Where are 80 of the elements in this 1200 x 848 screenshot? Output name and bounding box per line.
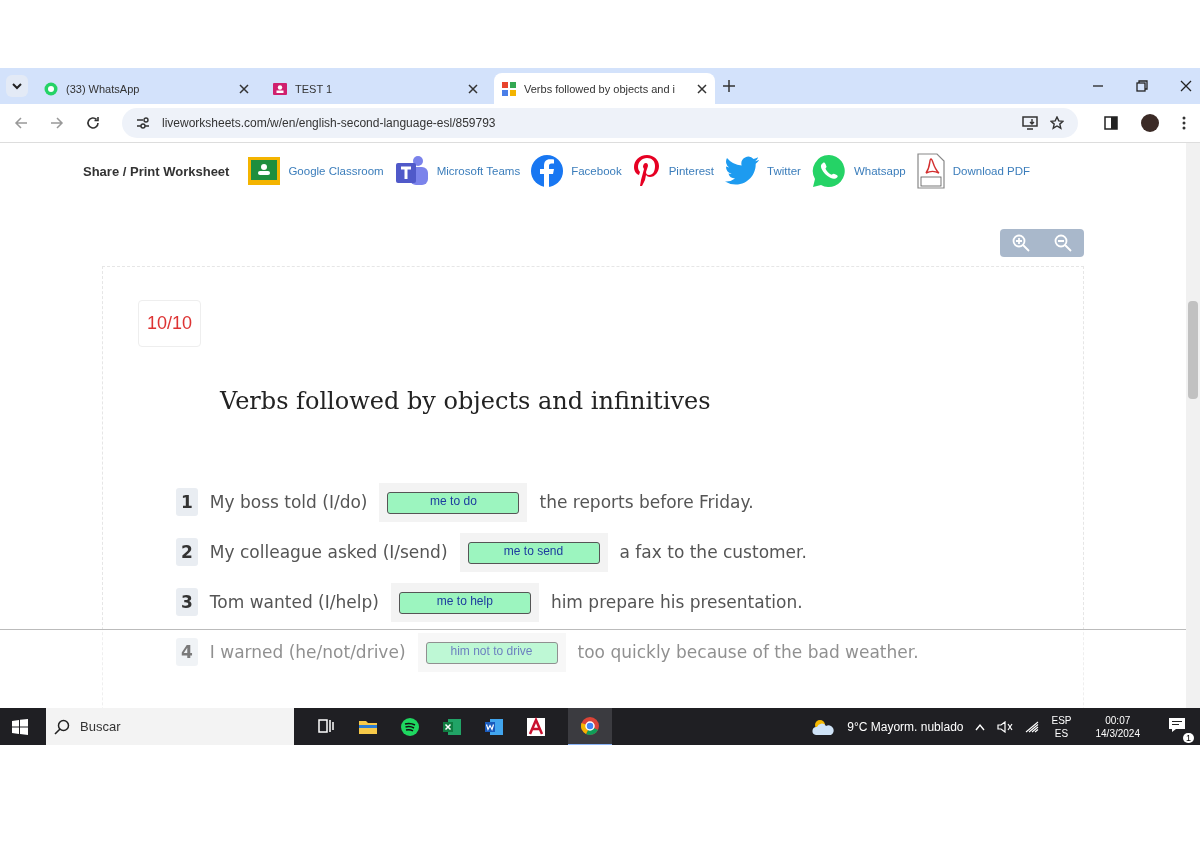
letter-a-app-icon[interactable]	[526, 716, 546, 737]
browser-tab[interactable]: TEST 1	[265, 76, 486, 102]
speaker-icon[interactable]	[997, 720, 1014, 733]
search-icon	[54, 718, 70, 735]
dropdown-icon[interactable]	[6, 75, 28, 97]
browser-app-icon[interactable]	[580, 715, 600, 736]
scrollbar[interactable]	[1186, 143, 1200, 708]
site-settings-icon	[136, 117, 150, 129]
back-icon[interactable]	[14, 116, 28, 130]
answer-field[interactable]: me to send	[467, 541, 600, 564]
share-link[interactable]: Facebook	[571, 165, 622, 177]
url-text: liveworksheets.com/w/en/english-second-language-esl/859793	[162, 116, 496, 130]
browser-tab[interactable]: Verbs followed by objects and i	[494, 73, 715, 105]
search-placeholder: Buscar	[80, 719, 121, 734]
tab-title: (33) WhatsApp	[66, 83, 141, 95]
question-number: 2	[176, 538, 198, 566]
pdf-file-icon[interactable]	[915, 153, 946, 189]
close-icon[interactable]	[1180, 80, 1192, 92]
share-link[interactable]: Pinterest	[668, 165, 715, 177]
chevron-up-icon[interactable]	[975, 722, 986, 731]
plus-icon[interactable]	[723, 80, 735, 92]
tab-title: Verbs followed by objects and i	[524, 83, 677, 95]
star-icon[interactable]	[1050, 116, 1064, 130]
language-indicator[interactable]: ES	[1054, 726, 1069, 740]
pinterest-icon[interactable]	[631, 154, 662, 188]
question-text: him prepare his presentation.	[550, 592, 803, 612]
bird-icon[interactable]	[724, 156, 761, 186]
teams-icon[interactable]	[393, 155, 430, 187]
question-number: 4	[176, 638, 198, 666]
question-text: too quickly because of the bad weather.	[577, 642, 919, 662]
answer-field[interactable]: me to help	[398, 591, 531, 614]
weather-text: 9°C Mayorm. nublado	[847, 719, 964, 734]
browser-tab[interactable]: (33) WhatsApp	[36, 76, 257, 102]
question-text: a fax to the customer.	[619, 542, 807, 562]
restore-icon[interactable]	[1136, 80, 1148, 92]
share-label: Share / Print Worksheet	[83, 163, 230, 179]
answer-field[interactable]: me to do	[387, 491, 520, 514]
person-card-icon	[273, 82, 287, 96]
avatar-icon[interactable]	[1140, 113, 1160, 133]
question-text: My boss told (I/do)	[209, 492, 368, 512]
forward-icon[interactable]	[50, 116, 64, 130]
clock-time[interactable]: 00:07	[1105, 713, 1131, 727]
notification-count: 1	[1183, 732, 1194, 743]
grid-icon	[502, 82, 516, 96]
worksheet-title: Verbs followed by objects and infinitives	[220, 387, 712, 417]
close-icon[interactable]	[468, 84, 478, 94]
windows-icon[interactable]	[12, 718, 28, 735]
tab-title: TEST 1	[295, 83, 334, 95]
question-number: 3	[176, 588, 198, 616]
address-bar[interactable]: liveworksheets.com/w/en/english-second-language-esl/859793	[122, 108, 1078, 138]
language-indicator[interactable]: ESP	[1051, 713, 1072, 727]
notification-icon[interactable]	[1168, 716, 1186, 733]
facebook-icon[interactable]	[530, 154, 565, 188]
install-icon[interactable]	[1022, 116, 1038, 130]
side-panel-icon[interactable]	[1104, 116, 1118, 130]
document-icon[interactable]	[484, 716, 504, 737]
music-app-icon[interactable]	[400, 716, 420, 737]
network-icon[interactable]	[1025, 720, 1040, 733]
chat-icon	[44, 82, 58, 96]
question-text: Tom wanted (I/help)	[209, 592, 379, 612]
classroom-icon[interactable]	[247, 156, 282, 186]
reload-icon[interactable]	[86, 116, 100, 130]
question-text: My colleague asked (I/send)	[209, 542, 448, 562]
share-link[interactable]: Google Classroom	[288, 165, 384, 177]
question-number: 1	[176, 488, 198, 516]
close-icon[interactable]	[697, 84, 707, 94]
search-field[interactable]: Buscar	[46, 708, 294, 745]
question-text: the reports before Friday.	[539, 492, 754, 512]
scroll-thumb[interactable]	[1188, 301, 1198, 399]
question-text: I warned (he/not/drive)	[209, 642, 406, 662]
share-link[interactable]: Whatsapp	[853, 165, 906, 177]
more-icon[interactable]	[1182, 116, 1186, 130]
share-link[interactable]: Download PDF	[952, 165, 1031, 177]
share-link[interactable]: Twitter	[767, 165, 801, 177]
share-link[interactable]: Microsoft Teams	[436, 165, 521, 177]
spreadsheet-icon[interactable]	[442, 716, 462, 737]
close-icon[interactable]	[239, 84, 249, 94]
clock-date[interactable]: 14/3/2024	[1095, 726, 1140, 740]
score-badge: 10/10	[138, 300, 202, 347]
cloud-sun-icon	[811, 717, 836, 736]
